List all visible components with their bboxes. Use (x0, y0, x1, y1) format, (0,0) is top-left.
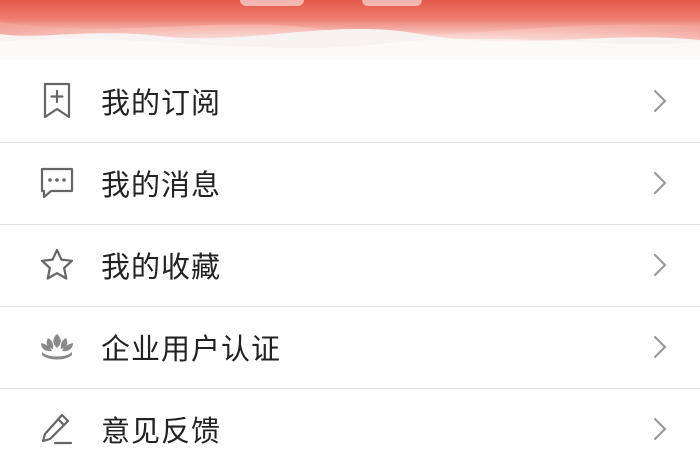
header-background (0, 0, 700, 62)
menu-list: 我的订阅 我的消息 我的收藏 企业用户认证 意见反馈 (0, 60, 700, 470)
chevron-right-icon (650, 334, 670, 360)
menu-item-label: 意见反馈 (101, 414, 222, 448)
chevron-right-icon (650, 416, 670, 442)
lotus-icon (38, 328, 76, 366)
menu-item-label: 我的订阅 (101, 86, 222, 120)
header-button-left[interactable] (240, 0, 304, 6)
message-bubble-icon (38, 164, 76, 202)
menu-item-favorites[interactable]: 我的收藏 (0, 224, 700, 306)
chevron-right-icon (650, 252, 670, 278)
chevron-right-icon (650, 88, 670, 114)
menu-item-label: 我的消息 (101, 168, 222, 202)
menu-item-feedback[interactable]: 意见反馈 (0, 388, 700, 470)
bookmark-plus-icon (38, 82, 76, 120)
menu-item-subscriptions[interactable]: 我的订阅 (0, 60, 700, 142)
pencil-icon (38, 410, 76, 448)
menu-item-messages[interactable]: 我的消息 (0, 142, 700, 224)
header-button-right[interactable] (362, 0, 422, 6)
header-banner (0, 0, 700, 62)
chevron-right-icon (650, 170, 670, 196)
menu-item-label: 企业用户认证 (101, 332, 282, 366)
menu-item-enterprise-verification[interactable]: 企业用户认证 (0, 306, 700, 388)
star-icon (38, 246, 76, 284)
profile-screen: 我的订阅 我的消息 我的收藏 企业用户认证 意见反馈 (0, 0, 700, 470)
menu-item-label: 我的收藏 (101, 250, 222, 284)
